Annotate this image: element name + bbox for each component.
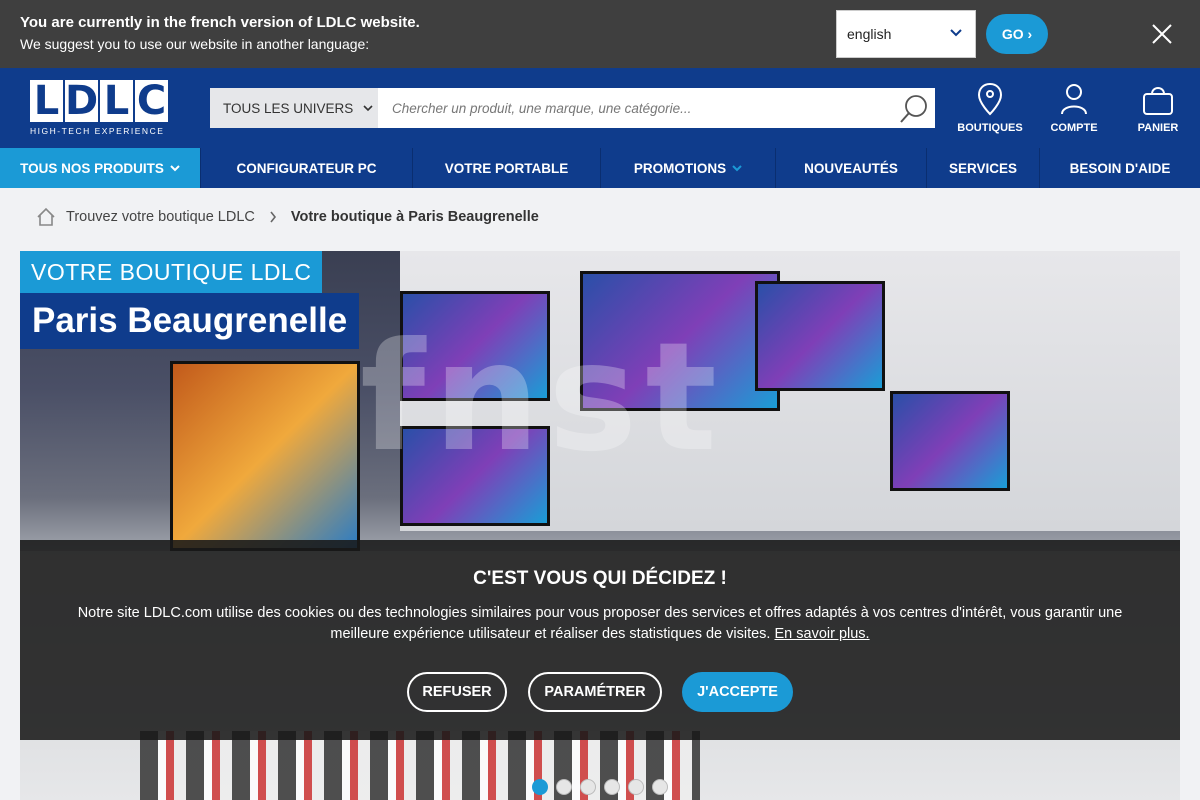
nav-label: NOUVEAUTÉS: [804, 160, 898, 176]
tv-display: [170, 361, 360, 551]
nav-votre-portable[interactable]: VOTRE PORTABLE: [412, 148, 600, 188]
carousel-dot[interactable]: [580, 779, 596, 795]
user-icon: [1061, 84, 1087, 115]
logo-letter: C: [135, 78, 168, 124]
cookie-banner: C'EST VOUS QUI DÉCIDEZ ! Notre site LDLC…: [20, 540, 1180, 740]
carousel-dot[interactable]: [652, 779, 668, 795]
carousel-dot[interactable]: [532, 779, 548, 795]
logo-letter: L: [30, 80, 63, 122]
search-bar: [378, 88, 935, 128]
watermark-logo: fnst: [360, 311, 726, 485]
nav-label: SERVICES: [948, 160, 1018, 176]
learn-more-link[interactable]: En savoir plus.: [774, 626, 869, 642]
settings-button[interactable]: PARAMÉTRER: [528, 672, 662, 712]
nav-configurateur-pc[interactable]: CONFIGURATEUR PC: [200, 148, 412, 188]
logo-letter: L: [100, 80, 133, 122]
chevron-right-icon: [270, 211, 276, 223]
nav-label: PROMOTIONS: [633, 160, 727, 176]
compte-label: COMPTE: [1050, 122, 1098, 134]
nav-services[interactable]: SERVICES: [926, 148, 1039, 188]
nav-label: VOTRE PORTABLE: [444, 160, 569, 176]
univers-label: TOUS LES UNIVERS: [223, 100, 354, 116]
logo-letter: D: [65, 78, 99, 124]
panier-label: PANIER: [1137, 122, 1179, 134]
breadcrumb: Trouvez votre boutique LDLC Votre boutiq…: [36, 206, 539, 228]
nav-nouveautes[interactable]: NOUVEAUTÉS: [775, 148, 926, 188]
carousel-dot[interactable]: [604, 779, 620, 795]
nav-label: CONFIGURATEUR PC: [236, 160, 377, 176]
carousel-dot[interactable]: [556, 779, 572, 795]
language-select-value: english: [847, 26, 892, 42]
univers-dropdown[interactable]: TOUS LES UNIVERS: [210, 88, 378, 128]
go-button[interactable]: GO ›: [986, 14, 1048, 54]
home-icon[interactable]: [36, 207, 56, 227]
chevron-down-icon: [732, 165, 742, 172]
nav-label: BESOIN D'AIDE: [1069, 160, 1171, 176]
carousel-dots: [532, 779, 668, 795]
tv-display: [890, 391, 1010, 491]
language-bar: You are currently in the french version …: [0, 0, 1200, 68]
panier-link[interactable]: PANIER: [1113, 82, 1200, 134]
ldlc-logo[interactable]: L D L C HIGH-TECH EXPERIENCE: [30, 80, 170, 136]
breadcrumb-parent[interactable]: Trouvez votre boutique LDLC: [66, 209, 255, 225]
nav-promotions[interactable]: PROMOTIONS: [600, 148, 775, 188]
logo-letters: L D L C: [30, 80, 168, 122]
cookie-description: Notre site LDLC.com utilise des cookies …: [77, 605, 1123, 642]
language-notice-text: We suggest you to use our website in ano…: [20, 36, 370, 52]
nav-label: TOUS NOS PRODUITS: [20, 160, 164, 176]
hero-tag-top: VOTRE BOUTIQUE LDLC: [20, 251, 323, 293]
chevron-down-icon: [170, 165, 180, 172]
cookie-title: C'EST VOUS QUI DÉCIDEZ !: [473, 568, 727, 589]
logo-tagline: HIGH-TECH EXPERIENCE: [30, 126, 165, 136]
tv-display: [755, 281, 885, 391]
carousel-dot[interactable]: [628, 779, 644, 795]
site-header: L D L C HIGH-TECH EXPERIENCE TOUS LES UN…: [0, 68, 1200, 148]
compte-link[interactable]: COMPTE: [1029, 82, 1119, 134]
shopping-bag-icon: [1143, 87, 1173, 115]
hero-tag-store-name: Paris Beaugrenelle: [20, 293, 360, 349]
close-icon[interactable]: [1150, 22, 1174, 46]
location-pin-icon: [977, 82, 1003, 116]
boutiques-label: BOUTIQUES: [957, 122, 1023, 134]
boutiques-link[interactable]: BOUTIQUES: [945, 82, 1035, 134]
chevron-down-icon: [363, 105, 373, 112]
language-select[interactable]: english: [836, 10, 976, 58]
cookie-text: Notre site LDLC.com utilise des cookies …: [70, 603, 1130, 645]
nav-besoin-daide[interactable]: BESOIN D'AIDE: [1039, 148, 1200, 188]
language-notice-title: You are currently in the french version …: [20, 14, 420, 31]
search-input[interactable]: [392, 98, 882, 118]
chevron-down-icon: [950, 29, 962, 37]
search-icon[interactable]: [897, 92, 931, 126]
breadcrumb-current: Votre boutique à Paris Beaugrenelle: [290, 209, 539, 225]
main-nav: TOUS NOS PRODUITS CONFIGURATEUR PC VOTRE…: [0, 148, 1200, 188]
nav-tous-nos-produits[interactable]: TOUS NOS PRODUITS: [0, 148, 200, 188]
accept-button[interactable]: J'ACCEPTE: [682, 672, 793, 712]
refuse-button[interactable]: REFUSER: [407, 672, 507, 712]
